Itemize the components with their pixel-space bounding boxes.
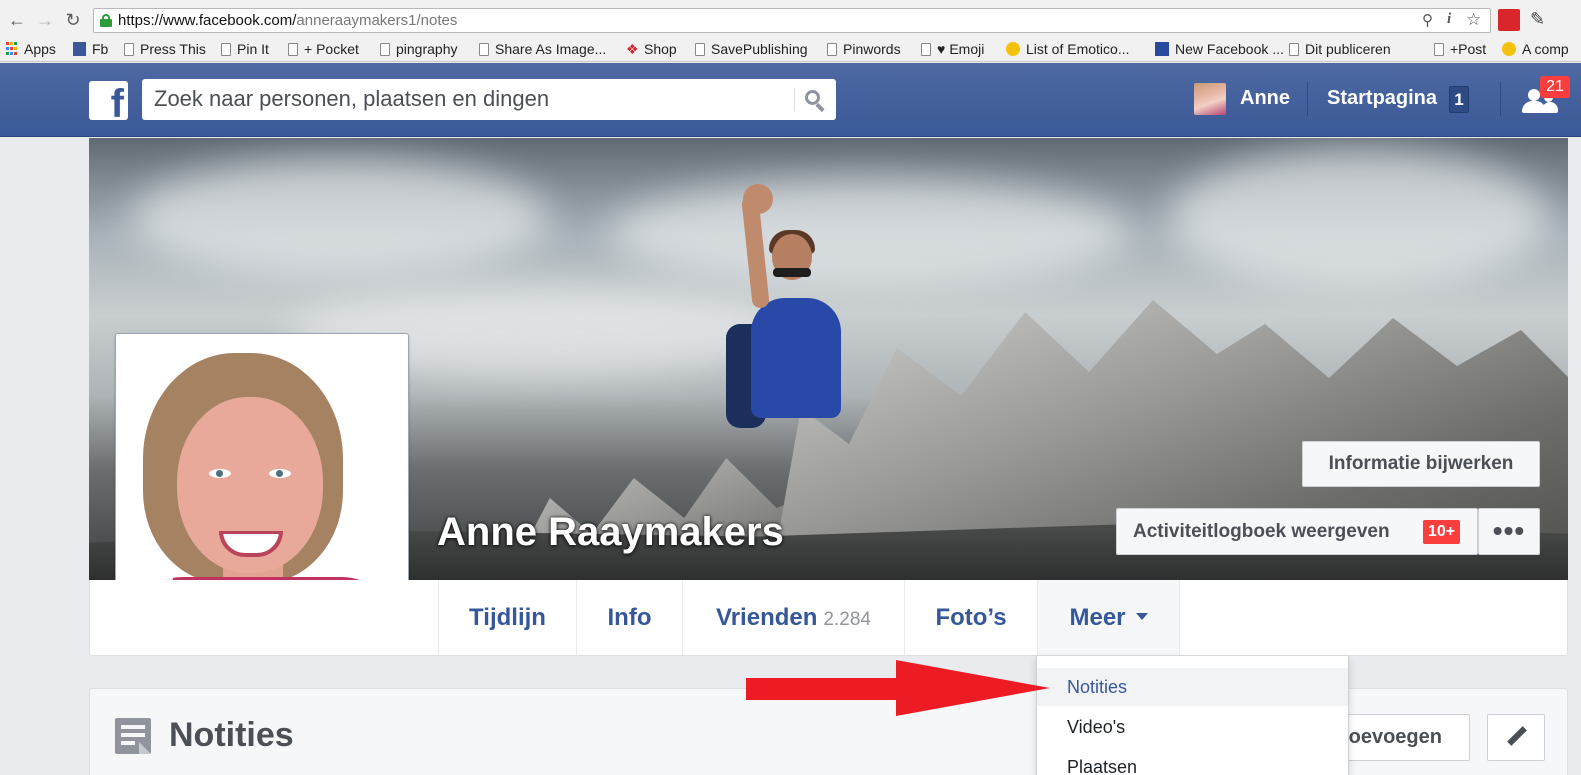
page-icon <box>695 42 705 56</box>
caret-down-icon <box>1135 613 1148 621</box>
pencil-icon <box>1507 726 1527 747</box>
apps-grid-icon <box>6 42 18 56</box>
forward-arrow-icon[interactable]: → <box>34 9 56 31</box>
user-avatar[interactable] <box>1194 83 1226 115</box>
tab-info[interactable]: Info <box>576 580 682 655</box>
menu-item-notes[interactable]: Notities <box>1037 668 1348 706</box>
bookmark-pingraphy[interactable]: pingraphy <box>380 39 458 59</box>
bookmarks-bar: Apps Fb Press This Pin It + Pocket pingr… <box>0 38 1581 62</box>
zoom-icon[interactable]: ⚲ <box>1422 11 1433 29</box>
page-icon <box>921 42 931 56</box>
edit-button[interactable] <box>1487 714 1545 761</box>
search-divider <box>794 88 795 111</box>
page-icon <box>827 42 837 56</box>
update-info-button[interactable]: Informatie bijwerken <box>1302 441 1540 487</box>
red-arrow-annotation <box>746 660 1050 716</box>
tab-friends[interactable]: Vrienden 2.284 <box>682 580 904 655</box>
hiker-body <box>751 298 841 418</box>
profile-picture <box>123 341 401 619</box>
activity-log-label: Activiteitlogboek weergeven <box>1133 521 1390 542</box>
search-input[interactable] <box>154 85 784 113</box>
bookmark-pinwords[interactable]: Pinwords <box>827 39 901 59</box>
tab-more[interactable]: Meer <box>1037 580 1180 655</box>
facebook-logo-icon[interactable]: f <box>89 81 128 124</box>
heart-icon: ♥ <box>937 41 946 57</box>
activity-log-badge: 10+ <box>1423 520 1460 544</box>
notes-title: Notities <box>169 716 294 754</box>
home-link[interactable]: Startpagina <box>1327 87 1437 110</box>
bookmark-shop[interactable]: ❖ Shop <box>626 39 677 59</box>
bookmark-list-of-emoticons[interactable]: List of Emotico... <box>1006 39 1129 59</box>
address-bar[interactable]: https://www.facebook.com/anneraaymakers1… <box>93 8 1491 33</box>
shop-icon: ❖ <box>626 41 639 57</box>
bookmark-fb[interactable]: Fb <box>73 39 108 59</box>
bookmark-share-as-image[interactable]: Share As Image... <box>479 39 606 59</box>
page-icon <box>221 42 231 56</box>
more-options-button[interactable]: ••• <box>1478 508 1540 555</box>
nav-divider <box>1500 82 1501 116</box>
browser-toolbar: ← → ↻ https://www.facebook.com/anneraaym… <box>0 0 1581 38</box>
menu-item-places[interactable]: Plaatsen <box>1037 748 1348 775</box>
home-count-badge: 1 <box>1449 86 1469 113</box>
friend-requests-badge: 21 <box>1540 76 1570 98</box>
bookmark-press-this[interactable]: Press This <box>124 39 206 59</box>
tab-timeline[interactable]: Tijdlijn <box>438 580 576 655</box>
page-icon <box>479 42 489 56</box>
back-arrow-icon[interactable]: ← <box>6 9 28 31</box>
bookmark-apps[interactable]: Apps <box>6 39 56 59</box>
friends-count: 2.284 <box>823 609 871 630</box>
bookmark-emoji[interactable]: ♥ Emoji <box>921 39 984 59</box>
bookmark-post[interactable]: +Post <box>1434 39 1486 59</box>
smiley-icon <box>1006 42 1020 56</box>
profile-name[interactable]: Anne Raaymakers <box>437 510 784 555</box>
hiker-sunglasses <box>773 268 811 277</box>
bookmark-pocket[interactable]: + Pocket <box>288 39 359 59</box>
bookmark-new-facebook[interactable]: New Facebook ... <box>1155 39 1284 59</box>
page-icon <box>1434 42 1444 56</box>
bookmark-pin-it[interactable]: Pin It <box>221 39 269 59</box>
hiker-hand <box>743 184 773 214</box>
bookmark-star-icon[interactable]: ☆ <box>1466 10 1481 30</box>
page-icon <box>124 42 134 56</box>
search-icon[interactable] <box>804 89 826 113</box>
extension-icon[interactable] <box>1498 9 1520 31</box>
facebook-icon <box>73 42 86 56</box>
url-text: https://www.facebook.com/anneraaymakers1… <box>118 12 458 29</box>
info-icon[interactable]: i <box>1447 11 1451 28</box>
search-box <box>142 79 836 120</box>
more-dropdown-menu: Notities Video's Plaatsen <box>1036 656 1349 775</box>
page-icon <box>288 42 298 56</box>
reload-icon[interactable]: ↻ <box>62 9 84 31</box>
smiley-icon <box>1502 42 1516 56</box>
page-icon <box>380 42 390 56</box>
pen-extension-icon[interactable]: ✎ <box>1530 9 1552 31</box>
profile-tabs: Tijdlijn Info Vrienden 2.284 Foto’s Meer <box>89 580 1568 656</box>
bookmark-savepublishing[interactable]: SavePublishing <box>695 39 808 59</box>
activity-log-button[interactable]: Activiteitlogboek weergeven 10+ <box>1116 508 1478 555</box>
tab-photos[interactable]: Foto’s <box>904 580 1037 655</box>
bookmark-a-comp[interactable]: A comp <box>1502 39 1569 59</box>
menu-item-videos[interactable]: Video's <box>1037 708 1348 746</box>
nav-divider <box>1307 82 1308 116</box>
page-icon <box>1289 42 1299 56</box>
facebook-heart-icon <box>1155 42 1169 56</box>
lock-icon <box>100 14 112 27</box>
user-name-link[interactable]: Anne <box>1240 87 1290 110</box>
bookmark-dit-publiceren[interactable]: Dit publiceren <box>1289 39 1391 59</box>
notes-icon <box>115 718 151 754</box>
